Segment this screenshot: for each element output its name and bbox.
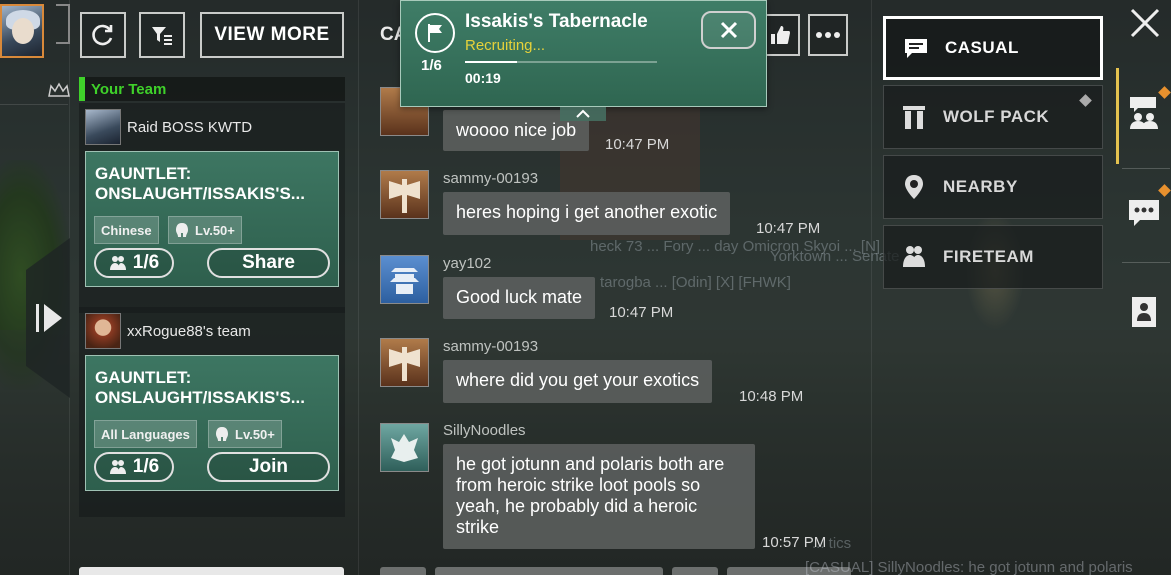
members-icon: [109, 460, 126, 474]
close-icon: [720, 21, 737, 39]
chevron-up-icon: [576, 109, 590, 118]
chat-message: where did you get your exotics: [443, 360, 713, 403]
team-list: Your Team Raid BOSS KWTD GAUNTLET: ONSLA…: [79, 77, 345, 575]
team-entry: Raid BOSS KWTD GAUNTLET: ONSLAUGHT/ISSAK…: [79, 103, 345, 313]
close-icon[interactable]: [1128, 6, 1162, 40]
helmet-icon: [176, 223, 188, 237]
collapse-popup-button[interactable]: [560, 107, 606, 121]
diamond-icon: [1079, 94, 1092, 107]
bottom-edge: [79, 567, 344, 575]
right-rail: [1116, 66, 1171, 575]
level-tag: Lv.50+: [168, 216, 242, 244]
chat-input-edge[interactable]: [435, 567, 663, 575]
channel-fireteam[interactable]: FIRETEAM: [883, 225, 1103, 289]
popup-status: Recruiting...: [465, 37, 546, 54]
chevron-right-icon: [44, 304, 62, 332]
wolfpack-icon: [903, 106, 925, 129]
share-button[interactable]: Share: [207, 248, 330, 278]
your-team-header: Your Team: [79, 77, 345, 101]
chat-message: Good luck mate: [443, 277, 596, 319]
message-time: 10:57 PM: [762, 534, 827, 551]
expand-panel-handle[interactable]: [26, 238, 70, 398]
members-icon: [109, 256, 126, 270]
language-tag: Chinese: [94, 216, 159, 244]
team-leader-name: xxRogue88's team: [127, 322, 251, 340]
rail-tab[interactable]: [56, 4, 70, 44]
refresh-icon: [92, 24, 113, 46]
avatar: [380, 338, 429, 387]
left-rail: [0, 0, 70, 575]
chat-ticker: [CASUAL] SillyNoodles: he got jotunn and…: [805, 559, 1133, 575]
chat-message: he got jotunn and polaris both are from …: [443, 444, 755, 549]
helmet-icon: [216, 427, 228, 441]
message-time: 10:48 PM: [739, 388, 804, 405]
flag-icon: [415, 13, 455, 53]
message-username[interactable]: sammy-00193: [443, 170, 538, 187]
avatar: [380, 423, 429, 472]
channel-nearby[interactable]: NEARBY: [883, 155, 1103, 219]
avatar: [85, 313, 121, 349]
refresh-button[interactable]: [80, 12, 126, 58]
thumbs-up-icon: [771, 26, 790, 44]
popup-title: Issakis's Tabernacle: [465, 11, 648, 32]
view-more-button[interactable]: VIEW MORE: [200, 12, 344, 58]
message-username[interactable]: yay102: [443, 255, 491, 272]
team-chat-icon[interactable]: [1126, 94, 1162, 130]
player-avatar[interactable]: [0, 4, 44, 58]
axe-emblem-icon: [389, 179, 420, 213]
team-leader-name: Raid BOSS KWTD: [127, 118, 253, 136]
activity-card[interactable]: GAUNTLET: ONSLAUGHT/ISSAKIS'S... Chinese…: [85, 151, 339, 287]
channel-casual[interactable]: CASUAL: [883, 16, 1103, 80]
activity-title: GAUNTLET: ONSLAUGHT/ISSAKIS'S...: [95, 164, 305, 203]
close-popup-button[interactable]: [701, 11, 756, 49]
activity-recruit-popup[interactable]: 1/6 Issakis's Tabernacle Recruiting... 0…: [400, 0, 767, 107]
message-time: 10:47 PM: [756, 220, 821, 237]
popup-member-count: 1/6: [421, 57, 442, 74]
contacts-icon[interactable]: [1126, 294, 1162, 330]
member-count: 1/6: [94, 248, 174, 278]
avatar: [380, 255, 429, 304]
bottom-edge: [672, 567, 718, 575]
team-entry: xxRogue88's team GAUNTLET: ONSLAUGHT/ISS…: [79, 307, 345, 517]
chat-message: heres hoping i get another exotic: [443, 192, 731, 235]
crown-icon: [48, 82, 70, 97]
language-tag: All Languages: [94, 420, 197, 448]
background-text: Yorktown ... Senate: [770, 248, 900, 265]
active-indicator: [1116, 68, 1119, 164]
popup-timer: 00:19: [465, 70, 501, 86]
join-button[interactable]: Join: [207, 452, 330, 482]
activity-title: GAUNTLET: ONSLAUGHT/ISSAKIS'S...: [95, 368, 305, 407]
more-options-button[interactable]: [808, 14, 848, 56]
filter-button[interactable]: [139, 12, 185, 58]
recruit-progress-bar: [465, 61, 657, 63]
avatar: [85, 109, 121, 145]
channel-wolf-pack[interactable]: WOLF PACK: [883, 85, 1103, 149]
axe-emblem-icon: [389, 347, 420, 381]
message-username[interactable]: SillyNoodles: [443, 422, 526, 439]
bottom-edge: [380, 567, 426, 575]
message-icon[interactable]: [1126, 194, 1162, 230]
pagoda-icon: [390, 268, 419, 294]
background-text: tarogba ... [Odin] [X] [FHWK]: [600, 274, 791, 291]
location-pin-icon: [905, 175, 923, 199]
fireteam-icon: [903, 246, 925, 267]
level-tag: Lv.50+: [208, 420, 282, 448]
activity-card[interactable]: GAUNTLET: ONSLAUGHT/ISSAKIS'S... All Lan…: [85, 355, 339, 491]
avatar: [380, 170, 429, 219]
message-username[interactable]: sammy-00193: [443, 338, 538, 355]
message-time: 10:47 PM: [605, 136, 670, 153]
wolf-emblem-icon: [391, 434, 418, 462]
more-dots-icon: [816, 32, 840, 38]
message-time: 10:47 PM: [609, 304, 674, 321]
member-count: 1/6: [94, 452, 174, 482]
chat-icon: [905, 39, 927, 58]
filter-icon: [152, 27, 172, 45]
